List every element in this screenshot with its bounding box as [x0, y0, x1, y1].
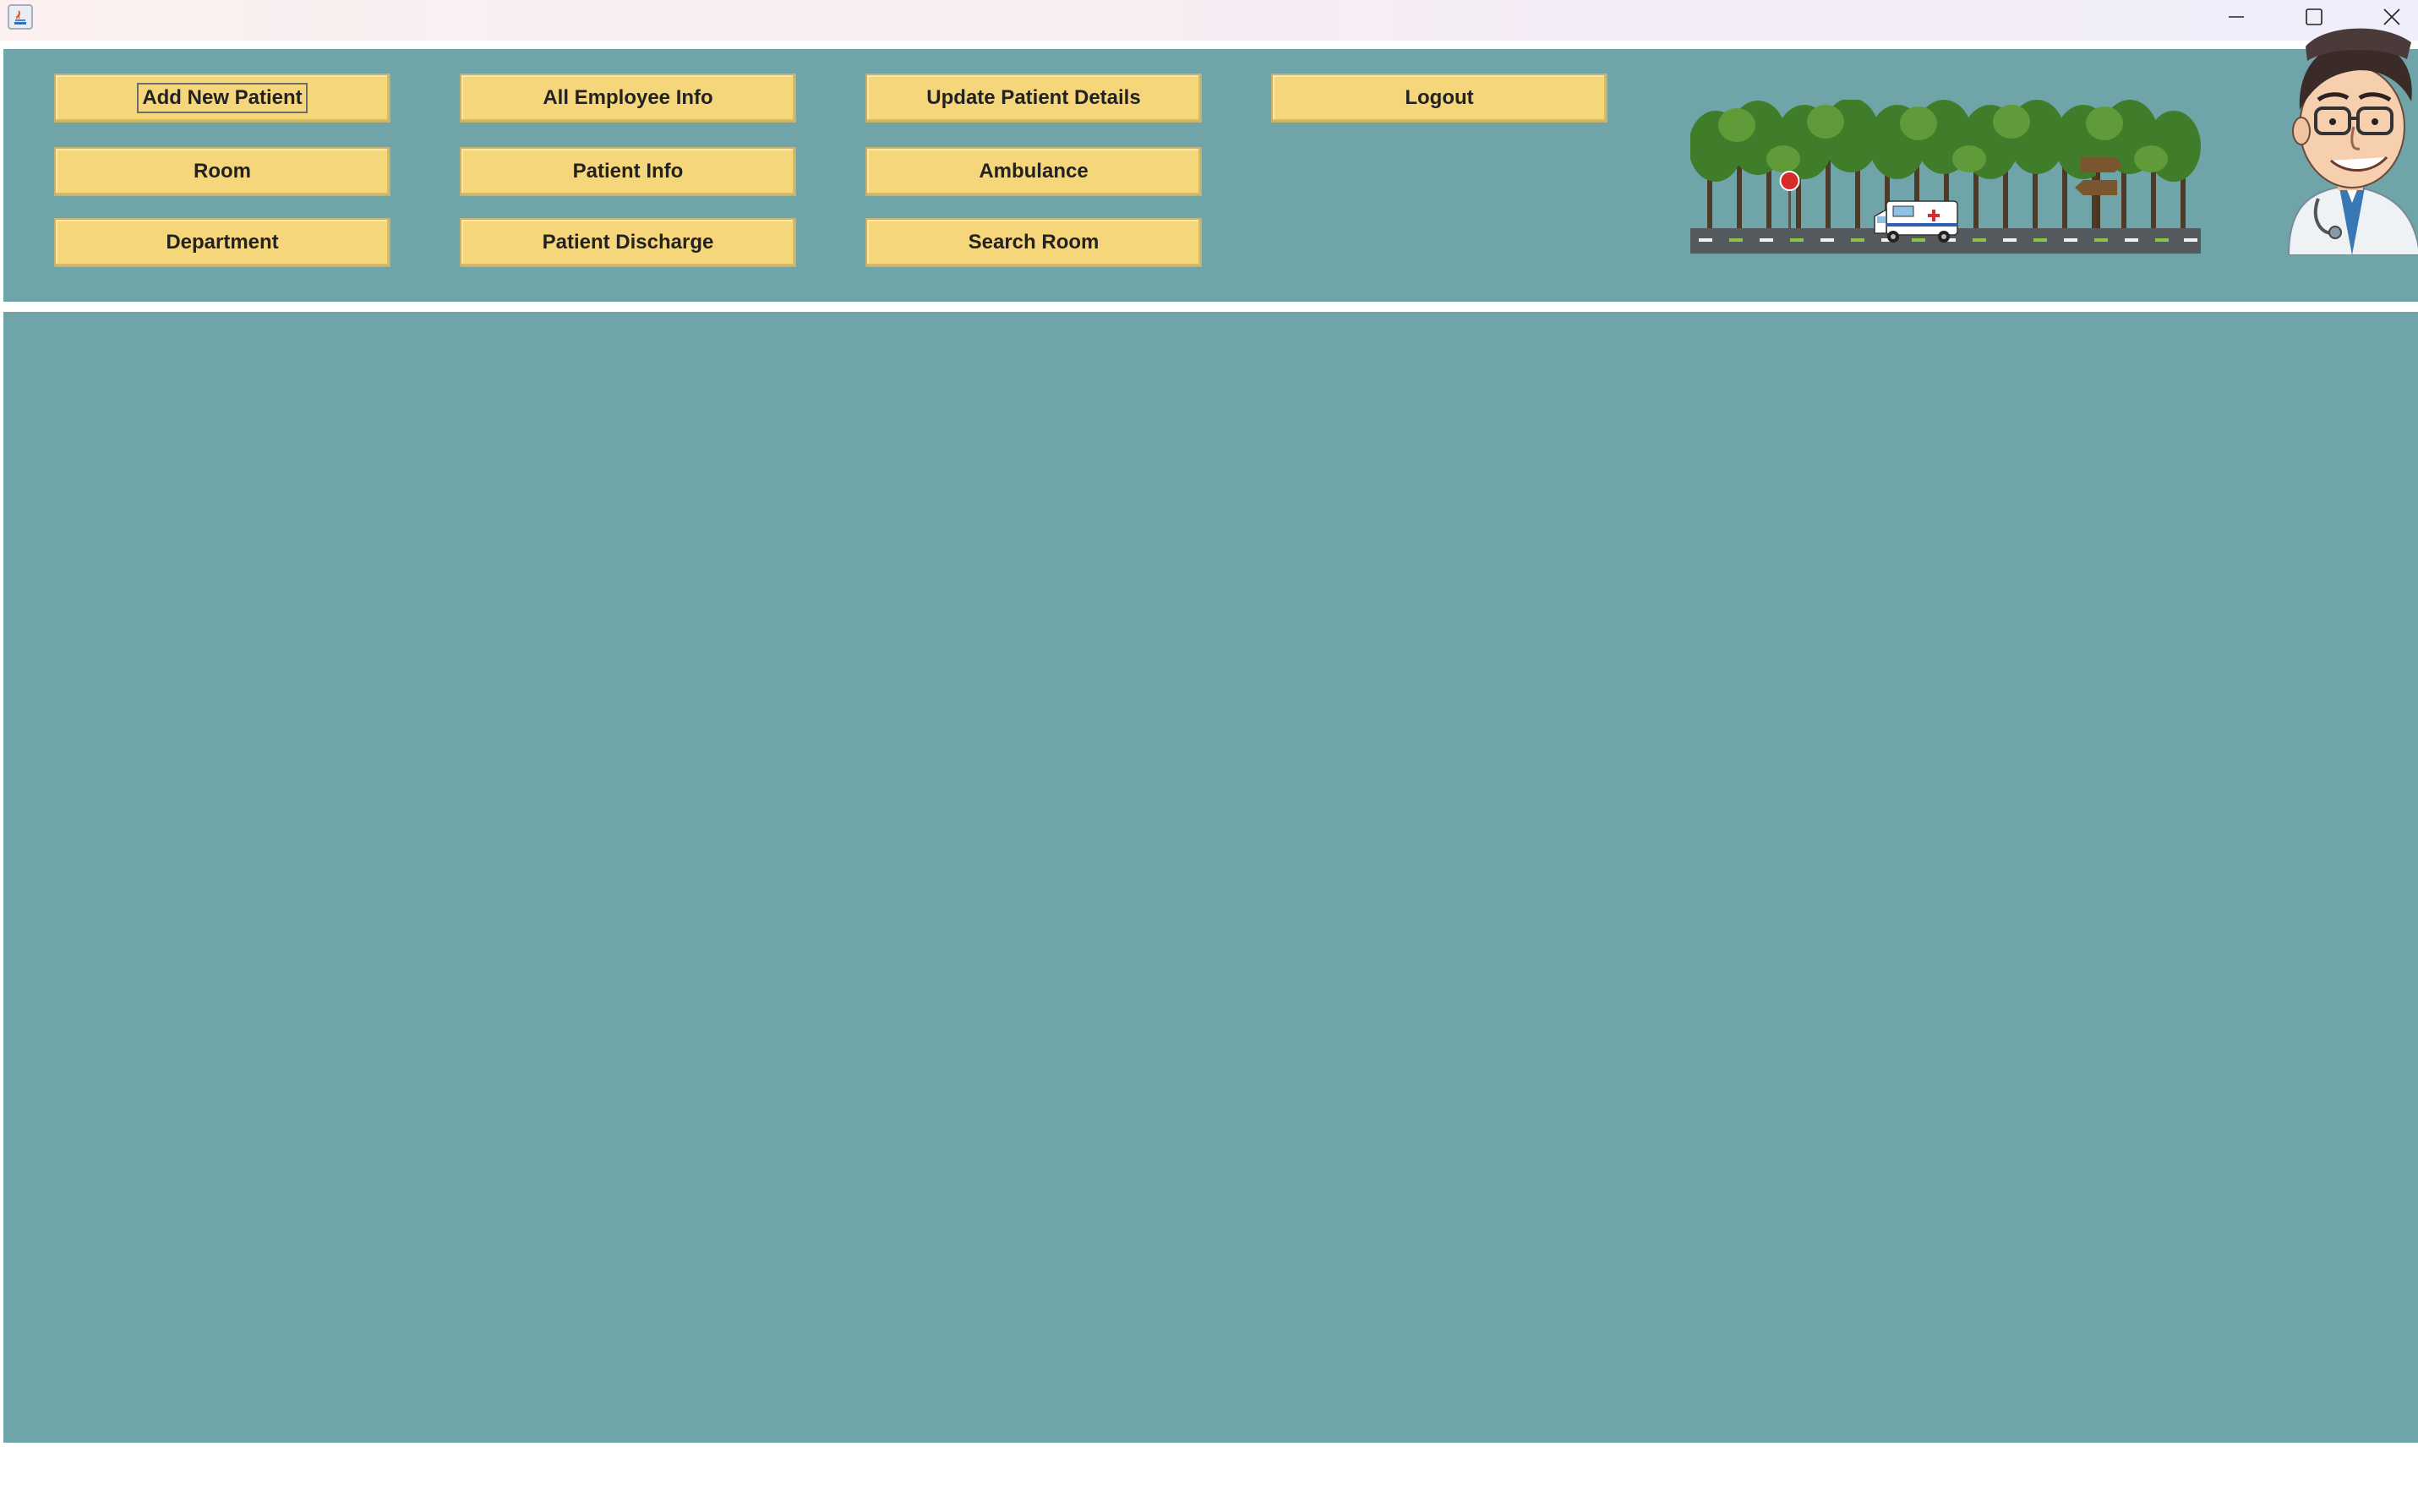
update-patient-details-button[interactable]: Update Patient Details — [865, 74, 1202, 123]
main-content-area — [3, 312, 2418, 1443]
all-employee-info-label: All Employee Info — [543, 86, 713, 109]
patient-discharge-label: Patient Discharge — [542, 231, 714, 254]
patient-info-button[interactable]: Patient Info — [460, 147, 796, 196]
room-label: Room — [194, 160, 251, 183]
patient-discharge-button[interactable]: Patient Discharge — [460, 218, 796, 267]
department-button[interactable]: Department — [54, 218, 390, 267]
title-bar — [0, 0, 2418, 41]
add-new-patient-button[interactable]: Add New Patient — [54, 74, 390, 123]
all-employee-info-button[interactable]: All Employee Info — [460, 74, 796, 123]
update-patient-details-label: Update Patient Details — [926, 86, 1141, 109]
room-button[interactable]: Room — [54, 147, 390, 196]
patient-info-label: Patient Info — [572, 160, 684, 183]
search-room-button[interactable]: Search Room — [865, 218, 1202, 267]
java-app-icon — [8, 4, 33, 30]
logout-label: Logout — [1405, 86, 1474, 109]
logout-button[interactable]: Logout — [1271, 74, 1607, 123]
doctor-image — [2287, 28, 2418, 255]
add-new-patient-label: Add New Patient — [137, 83, 308, 113]
signpost-image — [2075, 157, 2123, 237]
minimize-button[interactable] — [2197, 0, 2275, 34]
minimize-icon — [2229, 16, 2244, 18]
ambulance-button[interactable]: Ambulance — [865, 147, 1202, 196]
department-label: Department — [166, 231, 279, 254]
search-room-label: Search Room — [968, 231, 1100, 254]
ambulance-label: Ambulance — [979, 160, 1089, 183]
ambulance-road-image — [1690, 100, 2201, 254]
